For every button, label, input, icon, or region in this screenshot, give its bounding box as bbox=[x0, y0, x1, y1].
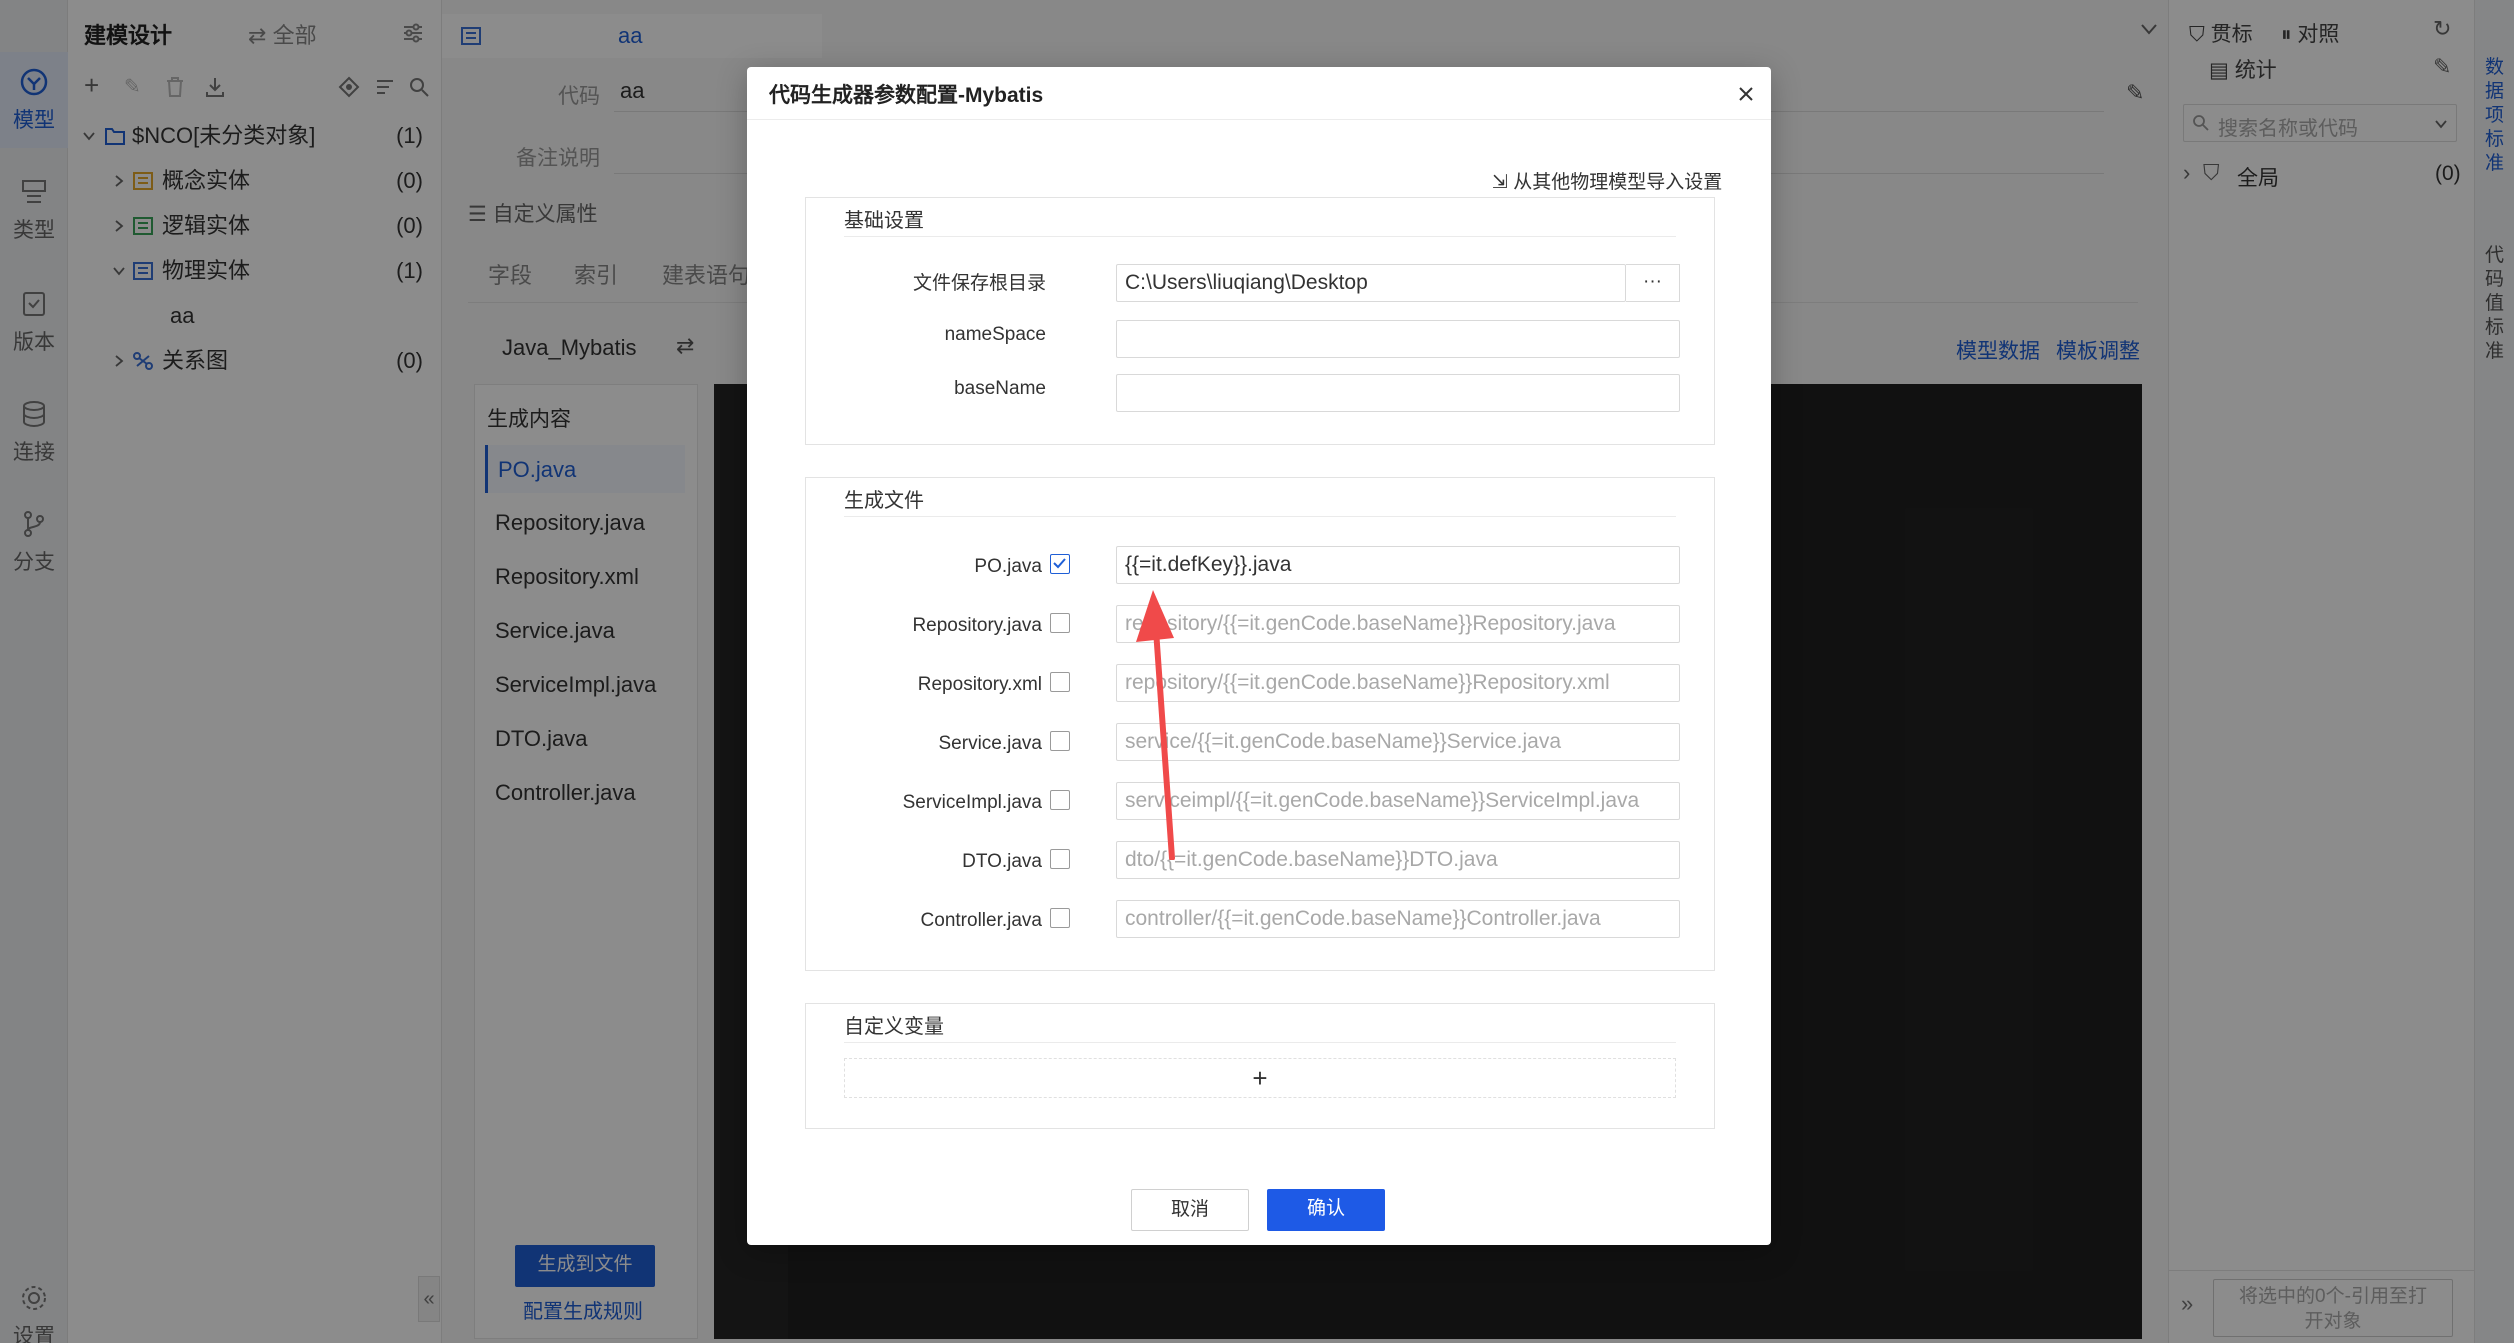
file-path-repository-java[interactable]: repository/{{=it.genCode.baseName}}Repos… bbox=[1116, 605, 1680, 643]
file-path-po[interactable]: {{=it.defKey}}.java bbox=[1116, 546, 1680, 584]
section-title: 基础设置 bbox=[844, 210, 924, 232]
file-label-dto: DTO.java bbox=[962, 851, 1042, 872]
generate-files-section: 生成文件 PO.java {{=it.defKey}}.java Reposit… bbox=[805, 477, 1715, 971]
file-label-po: PO.java bbox=[974, 556, 1042, 577]
section-title: 自定义变量 bbox=[844, 1016, 944, 1038]
section-divider bbox=[844, 516, 1676, 517]
basename-label: baseName bbox=[954, 378, 1046, 399]
custom-variables-section: 自定义变量 + bbox=[805, 1003, 1715, 1129]
save-dir-label: 文件保存根目录 bbox=[912, 273, 1046, 294]
file-checkbox-repository-java[interactable] bbox=[1050, 613, 1070, 633]
add-variable-button[interactable]: + bbox=[844, 1058, 1676, 1098]
file-path-service[interactable]: service/{{=it.genCode.baseName}}Service.… bbox=[1116, 723, 1680, 761]
file-checkbox-service[interactable] bbox=[1050, 731, 1070, 751]
dialog-title: 代码生成器参数配置-Mybatis bbox=[769, 84, 1044, 107]
browse-button[interactable]: ··· bbox=[1626, 264, 1680, 302]
basic-settings-section: 基础设置 文件保存根目录 C:\Users\liuqiang\Desktop ·… bbox=[805, 197, 1715, 445]
close-icon[interactable] bbox=[1737, 85, 1755, 103]
confirm-button[interactable]: 确认 bbox=[1267, 1189, 1385, 1231]
file-label-repository-java: Repository.java bbox=[912, 615, 1042, 636]
file-checkbox-serviceimpl[interactable] bbox=[1050, 790, 1070, 810]
file-label-repository-xml: Repository.xml bbox=[917, 674, 1042, 695]
import-settings-link[interactable]: ⇲ 从其他物理模型导入设置 bbox=[1492, 167, 1722, 194]
cancel-button[interactable]: 取消 bbox=[1131, 1189, 1249, 1231]
checkmark-icon bbox=[1053, 558, 1066, 569]
file-path-controller[interactable]: controller/{{=it.genCode.baseName}}Contr… bbox=[1116, 900, 1680, 938]
namespace-input[interactable] bbox=[1116, 320, 1680, 358]
file-path-serviceimpl[interactable]: serviceimpl/{{=it.genCode.baseName}}Serv… bbox=[1116, 782, 1680, 820]
import-icon: ⇲ bbox=[1492, 172, 1508, 193]
basename-input[interactable] bbox=[1116, 374, 1680, 412]
file-label-service: Service.java bbox=[938, 733, 1043, 754]
file-path-repository-xml[interactable]: repository/{{=it.genCode.baseName}}Repos… bbox=[1116, 664, 1680, 702]
file-label-controller: Controller.java bbox=[920, 910, 1042, 931]
namespace-label: nameSpace bbox=[944, 324, 1046, 345]
file-path-dto[interactable]: dto/{{=it.genCode.baseName}}DTO.java bbox=[1116, 841, 1680, 879]
file-checkbox-controller[interactable] bbox=[1050, 908, 1070, 928]
file-checkbox-dto[interactable] bbox=[1050, 849, 1070, 869]
file-checkbox-po[interactable] bbox=[1050, 554, 1070, 574]
section-divider bbox=[844, 236, 1676, 237]
import-settings-label: 从其他物理模型导入设置 bbox=[1513, 172, 1723, 193]
file-label-serviceimpl: ServiceImpl.java bbox=[902, 792, 1042, 813]
code-generator-config-dialog: 代码生成器参数配置-Mybatis ⇲ 从其他物理模型导入设置 基础设置 文件保… bbox=[747, 67, 1771, 1245]
file-checkbox-repository-xml[interactable] bbox=[1050, 672, 1070, 692]
section-divider bbox=[844, 1042, 1676, 1043]
save-dir-input[interactable]: C:\Users\liuqiang\Desktop bbox=[1116, 264, 1626, 302]
annotation-arrow bbox=[1136, 590, 1175, 860]
section-title: 生成文件 bbox=[844, 490, 924, 512]
dialog-header-divider bbox=[747, 119, 1771, 120]
